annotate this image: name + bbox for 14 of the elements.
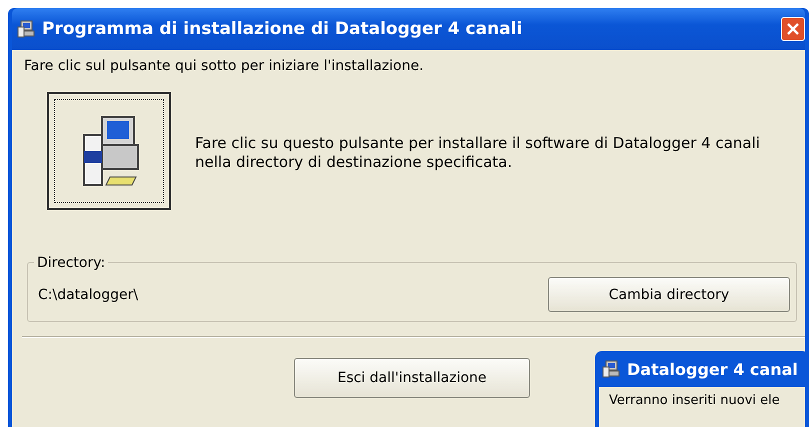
close-icon xyxy=(787,23,799,35)
install-button[interactable] xyxy=(47,92,171,210)
close-button[interactable] xyxy=(781,17,805,41)
exit-button[interactable]: Esci dall'installazione xyxy=(294,358,530,398)
directory-path: C:\datalogger\ xyxy=(38,286,138,302)
message-text: Verranno inseriti nuovi ele xyxy=(609,393,780,408)
window-title: Datalogger 4 canal xyxy=(627,360,798,378)
window-title: Programma di installazione di Datalogger 4 canali xyxy=(42,19,522,39)
change-directory-button[interactable]: Cambia directory xyxy=(548,277,790,312)
computer-icon xyxy=(16,19,36,39)
group-label: Directory: xyxy=(34,255,108,271)
description-text: Fare clic su questo pulsante per installare il software di Datalogger 4 canali nella directory di destinazione specificata. xyxy=(195,134,761,172)
computer-icon xyxy=(601,359,621,379)
instruction-text: Fare clic sul pulsante qui sotto per iniziare l'installazione. xyxy=(24,58,425,74)
